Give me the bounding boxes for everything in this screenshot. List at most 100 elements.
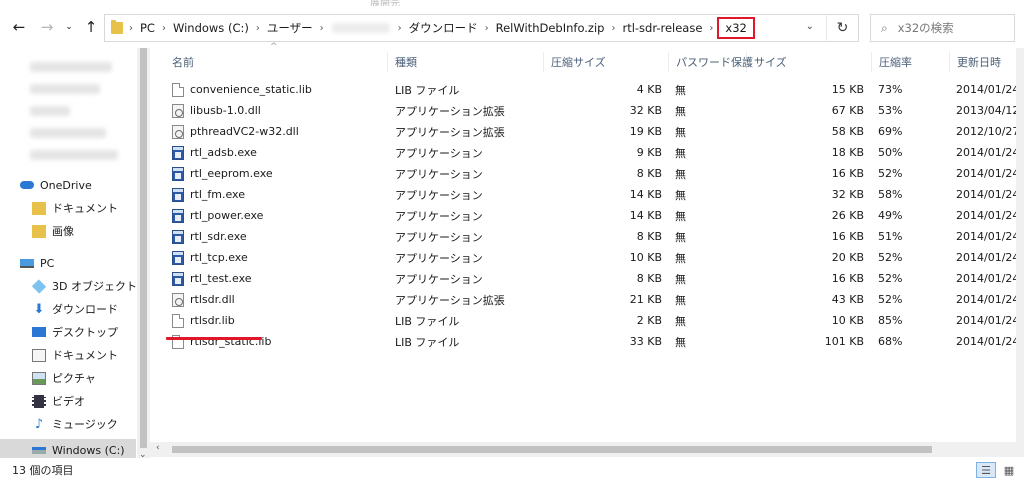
- file-modified: 2014/01/24 1: [956, 209, 1024, 222]
- sidebar-item-label: ミュージック: [52, 418, 118, 431]
- file-row[interactable]: libusb-1.0.dll アプリケーション拡張 32 KB 無 67 KB 53% 20…: [166, 100, 1024, 121]
- sidebar-item-onedrive-images[interactable]: 画像: [0, 220, 136, 242]
- file-ratio: 58%: [878, 188, 903, 201]
- file-row[interactable]: rtlsdr.lib LIB ファイル 2 KB 無 10 KB 85% 2014/01/2…: [166, 310, 1024, 331]
- file-row[interactable]: rtl_fm.exe アプリケーション 14 KB 無 32 KB 58% 2014/01/…: [166, 184, 1024, 205]
- sidebar-item-music[interactable]: ♪ ミュージック: [0, 413, 136, 435]
- column-header-type[interactable]: 種類: [389, 52, 544, 72]
- file-compressed-size: 19 KB: [629, 125, 662, 138]
- application-icon: [172, 229, 184, 244]
- file-row[interactable]: rtl_tcp.exe アプリケーション 10 KB 無 20 KB 52% 2014/01…: [166, 247, 1024, 268]
- file-compressed-size: 33 KB: [629, 335, 662, 348]
- file-ratio: 52%: [878, 272, 903, 285]
- file-row[interactable]: rtlsdr.dll アプリケーション拡張 21 KB 無 43 KB 52% 2014/0…: [166, 289, 1024, 310]
- sidebar-item-downloads[interactable]: ⬇ ダウンロード: [0, 298, 136, 320]
- file-row[interactable]: rtl_adsb.exe アプリケーション 9 KB 無 18 KB 50% 2014/01…: [166, 142, 1024, 163]
- file-list-vertical-scrollbar[interactable]: [1016, 48, 1024, 442]
- breadcrumb-drive[interactable]: Windows (C:): [168, 21, 254, 35]
- application-icon: [172, 271, 184, 286]
- file-row[interactable]: pthreadVC2-w32.dll アプリケーション拡張 19 KB 無 58 KB 6…: [166, 121, 1024, 142]
- document-icon: [32, 348, 46, 362]
- file-compressed-size: 8 KB: [636, 272, 662, 285]
- arrow-left-icon[interactable]: ←: [8, 16, 30, 38]
- breadcrumb-zip[interactable]: RelWithDebInfo.zip: [491, 21, 610, 35]
- pinned-item-redacted[interactable]: [30, 62, 112, 72]
- file-password: 無: [675, 83, 686, 97]
- file-row[interactable]: rtl_test.exe アプリケーション 8 KB 無 16 KB 52% 2014/01…: [166, 268, 1024, 289]
- column-header-name[interactable]: 名前: [166, 52, 388, 72]
- file-modified: 2014/01/24 1: [956, 83, 1024, 96]
- breadcrumb-separator-icon: ›: [611, 22, 616, 34]
- file-password: 無: [675, 314, 686, 328]
- search-input[interactable]: ⌕ x32の検索: [870, 14, 1015, 42]
- file-row[interactable]: rtl_eeprom.exe アプリケーション 8 KB 無 16 KB 52% 2014/…: [166, 163, 1024, 184]
- details-view-icon[interactable]: ☰: [976, 462, 996, 478]
- breadcrumb-current[interactable]: x32: [717, 17, 755, 39]
- file-name: rtl_power.exe: [190, 209, 264, 222]
- sidebar-item-label: ドキュメント: [52, 202, 118, 215]
- file-modified: 2014/01/24 1: [956, 272, 1024, 285]
- file-name: rtl_test.exe: [190, 272, 252, 285]
- column-header-size[interactable]: サイズ: [748, 52, 872, 72]
- breadcrumb-username-redacted[interactable]: [331, 23, 390, 33]
- file-type: アプリケーション: [395, 272, 483, 286]
- file-size: 18 KB: [831, 146, 864, 159]
- arrow-right-icon[interactable]: →: [36, 16, 58, 38]
- desktop-icon: [32, 327, 46, 337]
- file-name: rtl_sdr.exe: [190, 230, 247, 243]
- pinned-item-redacted[interactable]: [30, 106, 70, 116]
- sidebar-item-pc[interactable]: PC: [0, 252, 136, 274]
- breadcrumb-downloads[interactable]: ダウンロード: [404, 20, 483, 36]
- dll-file-icon: [172, 292, 184, 307]
- sidebar-item-label: 3D オブジェクト: [52, 280, 137, 293]
- file-list-horizontal-scrollbar[interactable]: ‹: [150, 442, 1024, 457]
- file-row[interactable]: convenience_static.lib LIB ファイル 4 KB 無 15 KB…: [166, 79, 1024, 100]
- sidebar-item-desktop[interactable]: デスクトップ: [0, 321, 136, 343]
- navigation-bar: ← → ⌄ ↑ › PC › Windows (C:) › ユーザー › › ダ…: [0, 6, 1024, 48]
- chevron-left-icon[interactable]: ‹: [156, 443, 160, 453]
- file-row[interactable]: rtl_power.exe アプリケーション 14 KB 無 26 KB 49% 2014/…: [166, 205, 1024, 226]
- pinned-item-redacted[interactable]: [30, 128, 106, 138]
- sidebar-item-label: ドキュメント: [52, 349, 118, 362]
- file-password: 無: [675, 125, 686, 139]
- breadcrumb-release[interactable]: rtl-sdr-release: [617, 21, 707, 35]
- sidebar-scrollbar[interactable]: ⌄: [137, 48, 150, 460]
- file-password: 無: [675, 167, 686, 181]
- file-size: 10 KB: [831, 314, 864, 327]
- file-modified: 2014/01/24 1: [956, 188, 1024, 201]
- large-icons-view-icon[interactable]: ▦: [999, 462, 1019, 478]
- sidebar-item-videos[interactable]: ビデオ: [0, 390, 136, 412]
- chevron-down-icon[interactable]: ⌄: [58, 16, 80, 38]
- breadcrumb-users[interactable]: ユーザー: [262, 20, 318, 36]
- sidebar-item-onedrive[interactable]: OneDrive: [0, 174, 136, 196]
- file-row[interactable]: rtlsdr_static.lib LIB ファイル 33 KB 無 101 KB 68%…: [166, 331, 1024, 352]
- sidebar-item-pictures[interactable]: ピクチャ: [0, 367, 136, 389]
- breadcrumb-pc[interactable]: PC: [135, 21, 160, 35]
- file-ratio: 51%: [878, 230, 903, 243]
- breadcrumb: › PC › Windows (C:) › ユーザー › › ダウンロード › …: [127, 15, 755, 41]
- address-dropdown-icon[interactable]: ⌄: [806, 21, 814, 32]
- file-ratio: 85%: [878, 314, 903, 327]
- horizontal-scrollbar-thumb[interactable]: [172, 446, 932, 453]
- pinned-item-redacted[interactable]: [30, 84, 100, 94]
- sidebar-item-3d-objects[interactable]: 3D オブジェクト: [0, 275, 137, 297]
- column-header-modified[interactable]: 更新日時: [951, 52, 1024, 72]
- column-header-compressed-size[interactable]: 圧縮サイズ: [545, 52, 669, 72]
- pinned-item-redacted[interactable]: [30, 150, 118, 160]
- sidebar-item-label: PC: [40, 256, 55, 270]
- address-bar[interactable]: › PC › Windows (C:) › ユーザー › › ダウンロード › …: [104, 14, 859, 42]
- file-type: LIB ファイル: [395, 83, 460, 97]
- sidebar-item-documents[interactable]: ドキュメント: [0, 344, 136, 366]
- file-name: pthreadVC2-w32.dll: [190, 125, 299, 138]
- sidebar-item-onedrive-documents[interactable]: ドキュメント: [0, 197, 136, 219]
- search-icon: ⌕: [881, 20, 888, 35]
- refresh-icon[interactable]: ↻: [826, 14, 858, 42]
- column-header-password[interactable]: パスワード保護: [670, 52, 753, 72]
- file-compressed-size: 8 KB: [636, 167, 662, 180]
- arrow-up-icon[interactable]: ↑: [80, 16, 102, 38]
- cube-icon: [31, 278, 47, 294]
- column-header-ratio[interactable]: 圧縮率: [873, 52, 950, 72]
- file-compressed-size: 14 KB: [629, 188, 662, 201]
- file-row[interactable]: rtl_sdr.exe アプリケーション 8 KB 無 16 KB 51% 2014/01/…: [166, 226, 1024, 247]
- sidebar-scrollbar-thumb[interactable]: [140, 48, 147, 448]
